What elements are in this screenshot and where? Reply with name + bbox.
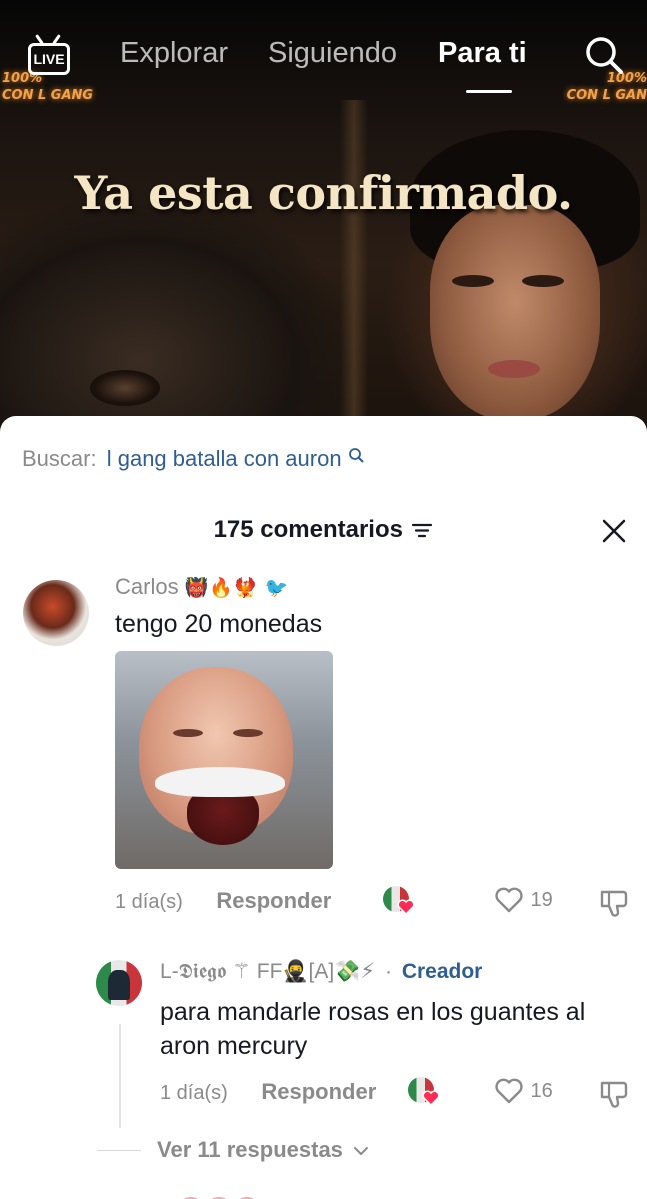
image-eye — [233, 729, 263, 737]
comment-count: 175 comentarios — [213, 516, 403, 543]
like-count: 19 — [530, 888, 553, 911]
video-overlay-title: Ya esta confirmado. — [74, 166, 573, 220]
comments-header: 175 comentarios — [0, 516, 647, 544]
avatar[interactable] — [23, 580, 89, 646]
search-icon — [348, 448, 364, 463]
dislike-icon[interactable] — [598, 1077, 630, 1109]
active-tab-indicator — [466, 90, 512, 93]
heart-icon — [397, 899, 415, 915]
tab-siguiendo[interactable]: Siguiendo — [268, 37, 397, 70]
comment-text: tengo 20 monedas — [115, 610, 323, 638]
video-person-eye — [452, 275, 494, 287]
comment-image[interactable] — [115, 651, 333, 869]
separator: · — [384, 960, 392, 983]
reply-text: para mandarle rosas en los guantes al ar… — [160, 998, 586, 1060]
neon-left-line2: CON L GANG — [2, 88, 94, 103]
image-eye — [173, 729, 203, 737]
comment-time: 1 día(s) — [115, 891, 183, 913]
live-button[interactable]: LIVE — [24, 34, 74, 78]
reply-username[interactable]: L-𝕯𝖎𝖊𝖌𝖔 ⚚ FF🥷[A]💸⚡ — [160, 960, 375, 983]
tab-para-ti[interactable]: Para ti — [438, 37, 527, 70]
chevron-down-icon — [354, 1147, 369, 1156]
video-person-eye — [522, 275, 564, 287]
liked-by-creator-badge — [408, 1077, 440, 1107]
reply-meta: 1 día(s) Responder — [160, 1079, 376, 1105]
view-replies-label[interactable]: Ver 11 respuestas — [157, 1137, 343, 1162]
dislike-icon[interactable] — [598, 886, 630, 918]
search-query-link[interactable]: l gang batalla con auron — [107, 446, 342, 471]
reply-button[interactable]: Responder — [261, 1079, 376, 1104]
like-button[interactable]: 19 — [494, 886, 553, 914]
video-person-lips — [488, 360, 540, 378]
tab-explorar[interactable]: Explorar — [120, 37, 228, 70]
live-tv-icon: LIVE — [28, 43, 70, 75]
reply-button[interactable]: Responder — [216, 888, 331, 913]
close-icon[interactable] — [599, 516, 629, 546]
username-badges: 👹🔥🐦‍🔥 🐦 — [184, 578, 290, 599]
video-dark-eye — [90, 370, 160, 406]
liked-by-creator-badge — [383, 886, 415, 916]
reply-username-row: L-𝕯𝖎𝖊𝖌𝖔 ⚚ FF🥷[A]💸⚡ · Creador — [160, 959, 482, 984]
username-text[interactable]: Carlos — [115, 574, 179, 599]
neon-sign-right: 100% CON L GAN — [567, 70, 647, 104]
heart-icon — [495, 1078, 523, 1104]
next-comment-peek — [180, 1194, 290, 1199]
neon-right-line2: CON L GAN — [566, 88, 647, 103]
view-replies-button[interactable]: Ver 11 respuestas — [157, 1137, 369, 1163]
like-button[interactable]: 16 — [494, 1077, 553, 1105]
heart-icon — [495, 887, 523, 913]
thread-line — [119, 1024, 121, 1128]
comment-meta: 1 día(s) Responder — [115, 888, 331, 914]
video-person-face — [430, 205, 600, 420]
reply-time: 1 día(s) — [160, 1082, 228, 1104]
comment-username[interactable]: Carlos 👹🔥🐦‍🔥 🐦 — [115, 574, 290, 600]
video-backdrop-split — [340, 100, 368, 440]
search-icon[interactable] — [584, 35, 624, 75]
divider — [97, 1150, 141, 1151]
avatar[interactable] — [96, 960, 142, 1006]
sort-icon[interactable] — [411, 521, 433, 539]
search-label: Buscar: — [22, 446, 97, 471]
creator-badge: Creador — [401, 960, 483, 983]
like-count: 16 — [530, 1079, 553, 1102]
comments-sheet: Buscar: l gang batalla con auron 175 com… — [0, 416, 647, 1199]
heart-icon — [422, 1090, 440, 1106]
image-mustache — [155, 767, 285, 797]
related-search[interactable]: Buscar: l gang batalla con auron — [22, 446, 364, 472]
